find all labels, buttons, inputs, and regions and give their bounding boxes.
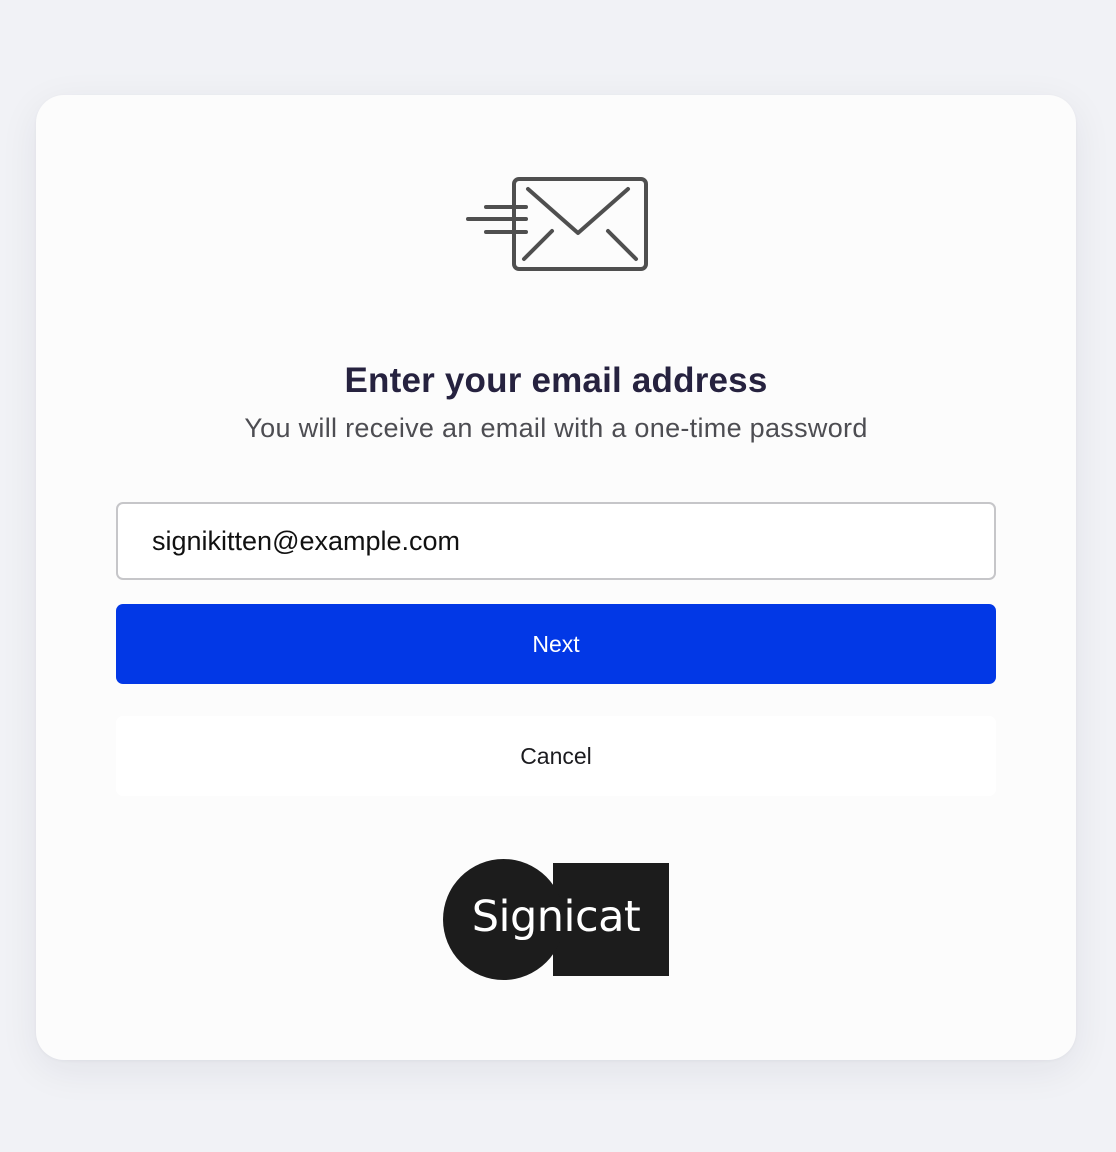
logo-text: Signicat	[471, 892, 641, 942]
cancel-button[interactable]: Cancel	[116, 716, 996, 796]
email-sending-icon	[466, 177, 648, 271]
signicat-logo: Signicat	[443, 859, 669, 980]
page-subtitle: You will receive an email with a one-tim…	[244, 413, 868, 443]
next-button[interactable]: Next	[116, 604, 996, 684]
email-field[interactable]	[116, 502, 996, 580]
page-title: Enter your email address	[344, 361, 768, 400]
login-card: Enter your email address You will receiv…	[36, 95, 1076, 1060]
